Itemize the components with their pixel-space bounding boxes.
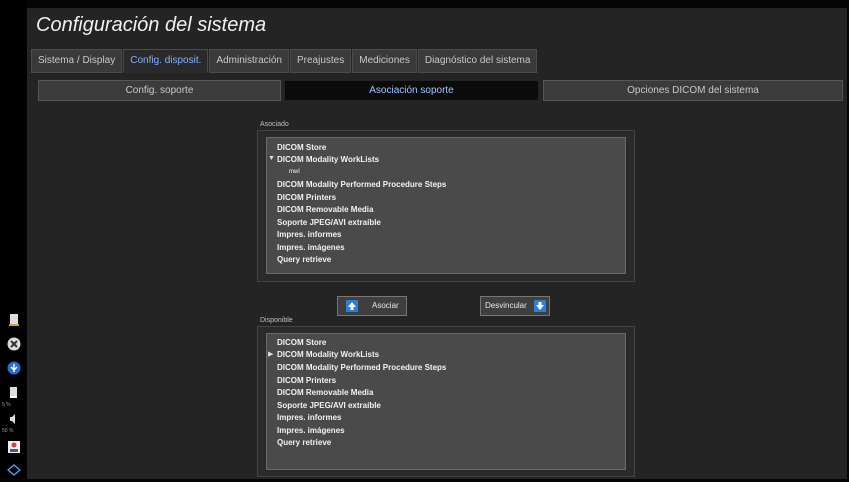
list-item[interactable]: Impres. informes <box>277 413 341 422</box>
disponible-list[interactable]: DICOM Store ▶ DICOM Modality WorkLists D… <box>266 333 626 470</box>
printer-icon[interactable] <box>7 313 21 327</box>
asociado-title: Asociado <box>260 121 289 128</box>
tab-config-disposit[interactable]: Config. disposit. <box>123 49 209 73</box>
list-item[interactable]: DICOM Modality WorkLists <box>277 350 379 359</box>
expand-down-icon[interactable]: ▼ <box>268 155 275 162</box>
wireless-icon[interactable] <box>6 463 22 477</box>
list-item[interactable]: Impres. imágenes <box>277 426 345 435</box>
close-circle-icon[interactable] <box>7 337 21 351</box>
desvincular-button[interactable]: Desvincular <box>480 296 550 316</box>
disponible-title: Disponible <box>260 317 293 324</box>
asociar-button[interactable]: Asociar <box>337 296 407 316</box>
expand-right-icon[interactable]: ▶ <box>268 350 273 358</box>
asociado-list[interactable]: DICOM Store ▼ DICOM Modality WorkLists m… <box>266 137 626 274</box>
user-icon[interactable] <box>7 440 21 454</box>
list-item[interactable]: DICOM Printers <box>277 193 336 202</box>
tab-administracion[interactable]: Administración <box>209 49 289 73</box>
battery-icon <box>7 385 21 399</box>
tab-bar: Sistema / Display Config. disposit. Admi… <box>31 49 538 73</box>
list-item[interactable]: DICOM Modality Performed Procedure Steps <box>277 363 446 372</box>
disponible-group: Disponible DICOM Store ▶ DICOM Modality … <box>257 317 635 477</box>
tab-diagnostico-sistema[interactable]: Diagnóstico del sistema <box>417 49 538 73</box>
list-item-sub[interactable]: mwl <box>289 169 300 175</box>
list-item[interactable]: DICOM Removable Media <box>277 205 373 214</box>
tab-mediciones[interactable]: Mediciones <box>352 49 417 73</box>
tab-preajustes[interactable]: Preajustes <box>290 49 352 73</box>
arrow-down-icon <box>534 300 546 312</box>
list-item[interactable]: DICOM Modality Performed Procedure Steps <box>277 180 446 189</box>
subtab-config-soporte[interactable]: Config. soporte <box>38 80 281 101</box>
list-item[interactable]: DICOM Store <box>277 143 326 152</box>
side-status-bar: 5 % 50 % <box>0 0 27 479</box>
tab-sistema-display[interactable]: Sistema / Display <box>31 49 123 73</box>
arrow-up-icon <box>346 300 358 312</box>
main-panel: Configuración del sistema Sistema / Disp… <box>27 8 847 479</box>
list-item[interactable]: Impres. informes <box>277 230 341 239</box>
volume-percent: 50 % <box>2 428 14 434</box>
list-item[interactable]: DICOM Store <box>277 338 326 347</box>
usb-icon[interactable] <box>7 361 21 375</box>
battery-percent: 5 % <box>2 402 11 408</box>
list-item[interactable]: Soporte JPEG/AVI extraíble <box>277 401 381 410</box>
asociar-label: Asociar <box>372 301 399 310</box>
list-item[interactable]: Soporte JPEG/AVI extraíble <box>277 218 381 227</box>
asociado-group: Asociado DICOM Store ▼ DICOM Modality Wo… <box>257 121 635 282</box>
subtab-opciones-dicom[interactable]: Opciones DICOM del sistema <box>543 80 843 101</box>
list-item[interactable]: DICOM Printers <box>277 376 336 385</box>
list-item[interactable]: Impres. imágenes <box>277 243 345 252</box>
volume-icon[interactable] <box>7 412 21 426</box>
desvincular-label: Desvincular <box>485 301 527 310</box>
page-title: Configuración del sistema <box>36 14 267 36</box>
subtab-asociacion-soporte[interactable]: Asociación soporte <box>284 80 539 101</box>
list-item[interactable]: DICOM Modality WorkLists <box>277 155 379 164</box>
list-item[interactable]: DICOM Removable Media <box>277 388 373 397</box>
list-item[interactable]: Query retrieve <box>277 438 331 447</box>
list-item[interactable]: Query retrieve <box>277 255 331 264</box>
